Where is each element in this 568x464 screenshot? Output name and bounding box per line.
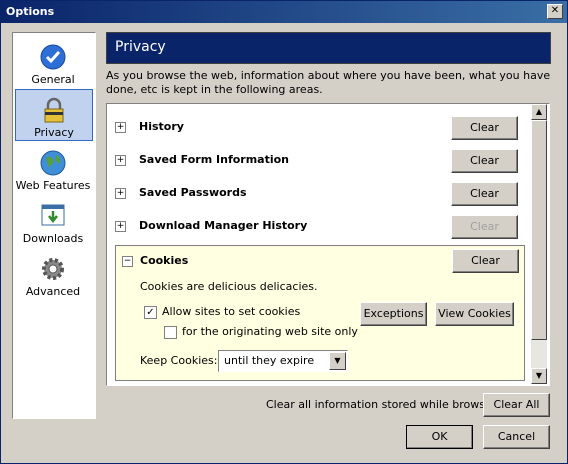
close-button[interactable]: ✕ xyxy=(547,4,563,19)
collapse-icon[interactable]: − xyxy=(122,256,133,267)
sidebar-item-label: General xyxy=(31,73,75,86)
section-label: Saved Form Information xyxy=(139,153,290,166)
scroll-thumb[interactable] xyxy=(531,120,547,340)
privacy-description: As you browse the web, information about… xyxy=(106,69,551,96)
checkmark-icon xyxy=(40,44,66,70)
padlock-icon xyxy=(44,97,64,123)
keep-cookies-label: Keep Cookies: xyxy=(140,354,218,367)
window-title: Options xyxy=(6,5,55,18)
clear-download-history-button[interactable]: Clear xyxy=(451,215,518,239)
clear-history-button[interactable]: Clear xyxy=(451,116,518,140)
sidebar-item-general[interactable]: General xyxy=(15,37,91,87)
check-icon: ✓ xyxy=(146,307,155,318)
keep-cookies-value: until they expire xyxy=(224,354,315,367)
expand-icon[interactable]: + xyxy=(115,155,126,166)
vertical-scrollbar[interactable]: ▲ ▼ xyxy=(531,104,547,384)
section-label: Cookies xyxy=(140,254,189,267)
category-sidebar: General Privacy Web Features Downloads A… xyxy=(12,32,96,419)
close-icon: ✕ xyxy=(550,5,560,16)
view-cookies-button[interactable]: View Cookies xyxy=(435,302,514,326)
clear-all-button[interactable]: Clear All xyxy=(483,393,550,417)
title-bar: Options ✕ xyxy=(1,1,567,23)
section-saved-form-information: + Saved Form Information Clear xyxy=(115,149,523,173)
clear-cookies-button[interactable]: Clear xyxy=(452,249,519,273)
allow-cookies-label: Allow sites to set cookies xyxy=(162,305,301,318)
expand-icon[interactable]: + xyxy=(115,221,126,232)
sidebar-item-label: Privacy xyxy=(34,126,74,139)
sidebar-item-downloads[interactable]: Downloads xyxy=(15,196,91,246)
options-window: Options ✕ General Privacy Web Features D… xyxy=(0,0,568,464)
chevron-down-icon: ▼ xyxy=(329,352,346,370)
globe-icon xyxy=(40,150,66,176)
sidebar-item-web-features[interactable]: Web Features xyxy=(15,143,91,193)
sidebar-item-label: Downloads xyxy=(22,232,84,245)
scroll-down-button[interactable]: ▼ xyxy=(531,368,547,384)
clear-all-description: Clear all information stored while brows… xyxy=(266,398,506,411)
page-title: Privacy xyxy=(115,39,166,55)
gear-icon xyxy=(42,258,64,280)
section-download-manager-history: + Download Manager History Clear xyxy=(115,215,523,239)
section-saved-passwords: + Saved Passwords Clear xyxy=(115,182,523,206)
clear-form-info-button[interactable]: Clear xyxy=(451,149,518,173)
download-icon xyxy=(41,204,65,226)
panel-header: Privacy xyxy=(106,32,551,64)
cancel-button[interactable]: Cancel xyxy=(483,425,550,449)
expand-icon[interactable]: + xyxy=(115,188,126,199)
scroll-up-button[interactable]: ▲ xyxy=(531,104,547,120)
sidebar-item-privacy[interactable]: Privacy xyxy=(15,89,93,141)
allow-cookies-checkbox[interactable]: ✓ xyxy=(144,306,157,319)
sidebar-item-label: Web Features xyxy=(15,179,91,192)
sidebar-item-label: Advanced xyxy=(25,285,81,298)
cookies-description: Cookies are delicious delicacies. xyxy=(140,280,318,293)
expand-icon[interactable]: + xyxy=(115,122,126,133)
ok-button[interactable]: OK xyxy=(406,425,473,449)
section-label: Saved Passwords xyxy=(139,186,247,199)
privacy-items-list: + History Clear + Saved Form Information… xyxy=(106,103,550,386)
keep-cookies-select[interactable]: until they expire ▼ xyxy=(218,350,348,372)
section-label: Download Manager History xyxy=(139,219,308,232)
originating-site-only-label: for the originating web site only xyxy=(182,325,358,338)
section-history: + History Clear xyxy=(115,116,523,140)
sidebar-item-advanced[interactable]: Advanced xyxy=(15,249,91,299)
section-label: History xyxy=(139,120,184,133)
exceptions-button[interactable]: Exceptions xyxy=(360,302,427,326)
clear-passwords-button[interactable]: Clear xyxy=(451,182,518,206)
originating-site-only-checkbox[interactable] xyxy=(164,326,177,339)
section-cookies: − Cookies Clear Cookies are delicious de… xyxy=(115,245,525,381)
